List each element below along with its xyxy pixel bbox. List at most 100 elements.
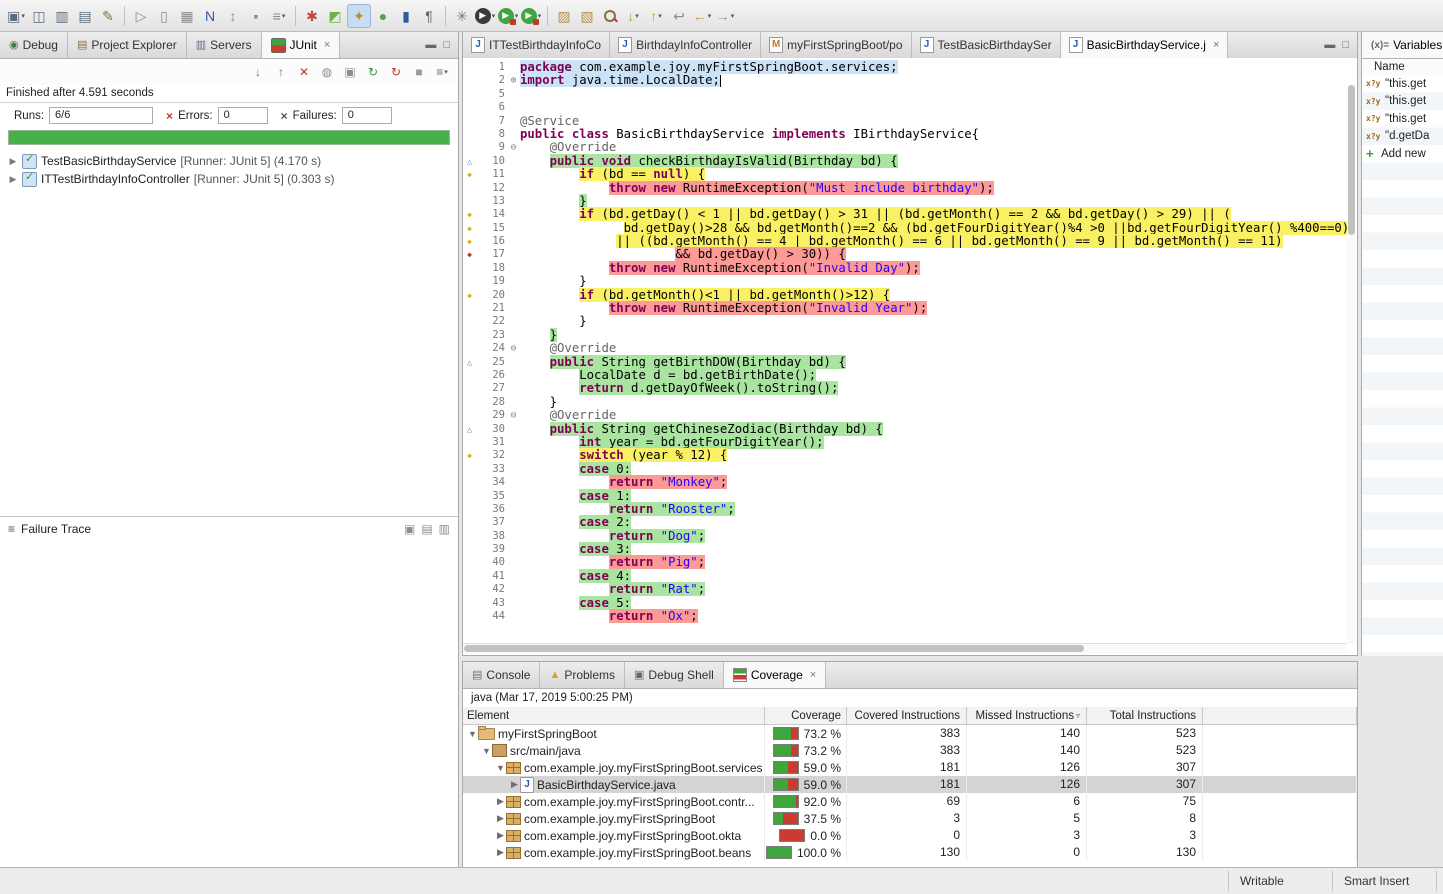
compare-result-icon[interactable]: ▤ [421, 522, 432, 536]
server-menu-icon[interactable]: ≡▾ [268, 5, 290, 27]
coverage-row[interactable]: ▶com.example.joy.myFirstSpringBoot.contr… [463, 793, 1357, 810]
vertical-scrollbar[interactable] [1347, 85, 1356, 643]
expression-row[interactable]: x?y"this.get [1362, 75, 1443, 93]
highlight-toggle-icon[interactable]: ✦ [347, 4, 371, 28]
fold-minus-icon[interactable]: ⊖ [507, 342, 520, 355]
expand-icon[interactable]: ▶ [509, 779, 520, 790]
next-annotation-icon[interactable]: ↓▾ [622, 5, 644, 27]
dropdown-arrow-icon[interactable]: ▾ [282, 12, 286, 20]
run-icon[interactable]: ▶▾ [497, 5, 519, 27]
last-edit-location-icon[interactable]: ↩ [668, 5, 690, 27]
help-book-icon[interactable]: ▮ [395, 5, 417, 27]
coverage-row[interactable]: ▼src/main/java73.2 %383140523 [463, 742, 1357, 759]
spring-tools-icon[interactable]: ✱ [301, 5, 323, 27]
test-tree-item[interactable]: ▶TestBasicBirthdayService[Runner: JUnit … [0, 152, 458, 170]
dropdown-arrow-icon[interactable]: ▾ [635, 12, 639, 20]
dropdown-arrow-icon[interactable]: ▾ [444, 68, 448, 76]
expand-icon[interactable]: ▶ [495, 847, 506, 858]
step-filters-icon[interactable]: ▯ [153, 5, 175, 27]
fold-minus-icon[interactable]: ⊖ [507, 141, 520, 154]
back-icon[interactable]: ←▾ [691, 5, 713, 27]
expand-icon[interactable]: ▶ [8, 156, 18, 167]
tab-debug-shell[interactable]: ▣Debug Shell [625, 662, 724, 688]
close-tab-icon[interactable]: × [1213, 39, 1219, 51]
tab-myfirstspringboot-po[interactable]: MmyFirstSpringBoot/po [761, 32, 911, 58]
expand-icon[interactable]: ▶ [495, 830, 506, 841]
column-header-coverage[interactable]: Coverage [765, 707, 847, 724]
maximize-icon[interactable]: □ [443, 39, 450, 51]
expression-row[interactable]: x?y"d.getDa [1362, 128, 1443, 146]
show-whitespace-icon[interactable]: ¶ [418, 5, 440, 27]
expression-row[interactable]: x?y"this.get [1362, 93, 1443, 111]
coverage-row[interactable]: ▶JBasicBirthdayService.java59.0 %1811263… [463, 776, 1357, 793]
tab-problems[interactable]: ▲Problems [540, 662, 625, 688]
dropdown-arrow-icon[interactable]: ▾ [731, 12, 735, 20]
add-expression-icon[interactable]: + [1366, 148, 1378, 160]
coverage-icon[interactable]: ▶▾ [520, 5, 542, 27]
new-server-icon[interactable]: N [199, 5, 221, 27]
copy-trace-icon[interactable]: ▥ [439, 522, 450, 536]
previous-failed-test-icon[interactable]: ↑ [271, 62, 291, 82]
stop-test-icon[interactable]: ■ [409, 62, 429, 82]
column-header-missed-instructions[interactable]: Missed Instructions▿ [967, 707, 1087, 724]
tab-servers[interactable]: ▥Servers [187, 32, 262, 58]
show-failures-only-icon[interactable]: ✕ [294, 62, 314, 82]
rerun-test-icon[interactable]: ↻ [363, 62, 383, 82]
dropdown-arrow-icon[interactable]: ▾ [492, 12, 496, 20]
maximize-icon[interactable]: □ [1342, 39, 1349, 51]
print-icon[interactable]: ▤ [74, 5, 96, 27]
import-folder-icon[interactable]: ▧ [576, 5, 598, 27]
minimize-icon[interactable]: ▬ [1324, 39, 1335, 51]
restart-icon[interactable]: ▦ [176, 5, 198, 27]
coverage-row[interactable]: ▶com.example.joy.myFirstSpringBoot37.5 %… [463, 810, 1357, 827]
horizontal-scrollbar[interactable] [463, 643, 1347, 654]
coverage-row[interactable]: ▼com.example.joy.myFirstSpringBoot.servi… [463, 759, 1357, 776]
collapse-icon[interactable]: ▼ [467, 729, 478, 739]
scroll-lock-icon[interactable]: ▣ [340, 62, 360, 82]
coverage-row[interactable]: ▶com.example.joy.myFirstSpringBoot.beans… [463, 844, 1357, 861]
scrollbar-thumb[interactable] [464, 645, 1084, 652]
debug-icon[interactable]: ▶▾ [474, 5, 496, 27]
rerun-failed-first-icon[interactable]: ↻ [386, 62, 406, 82]
dropdown-arrow-icon[interactable]: ▾ [21, 12, 25, 20]
filter-stack-trace-icon[interactable]: ▣ [404, 522, 415, 536]
expand-icon[interactable]: ▶ [8, 174, 18, 185]
collapse-icon[interactable]: ▼ [495, 763, 506, 773]
tab-coverage[interactable]: Coverage× [724, 662, 826, 688]
prev-annotation-icon[interactable]: ↑▾ [645, 5, 667, 27]
expand-icon[interactable]: ▶ [495, 796, 506, 807]
code-editor[interactable]: 1package com.example.joy.myFirstSpringBo… [463, 58, 1357, 655]
collapse-icon[interactable]: ▼ [481, 746, 492, 756]
tab-project-explorer[interactable]: ▤Project Explorer [68, 32, 187, 58]
dropdown-arrow-icon[interactable]: ▾ [708, 12, 712, 20]
tab-basicbirthdayservice-j[interactable]: JBasicBirthdayService.j× [1061, 32, 1229, 58]
run-garbage-collector-icon[interactable]: ● [372, 5, 394, 27]
open-task-icon[interactable]: ▨ [553, 5, 575, 27]
save-icon[interactable]: ◫ [28, 5, 50, 27]
scrollbar-thumb[interactable] [1348, 85, 1355, 235]
server-stop-icon[interactable]: ▪ [245, 5, 267, 27]
column-header-total-instructions[interactable]: Total Instructions [1087, 707, 1203, 724]
close-tab-icon[interactable]: × [810, 669, 816, 681]
minimize-icon[interactable]: ▬ [425, 39, 436, 51]
test-view-menu-icon[interactable]: ≡▾ [432, 62, 452, 82]
external-tools-icon[interactable]: ✳ [451, 5, 473, 27]
show-skipped-tests-icon[interactable]: ◍ [317, 62, 337, 82]
server-sync-icon[interactable]: ↕ [222, 5, 244, 27]
close-tab-icon[interactable]: × [324, 39, 330, 51]
forward-icon[interactable]: →▾ [714, 5, 736, 27]
test-tree-item[interactable]: ▶ITTestBirthdayInfoController[Runner: JU… [0, 170, 458, 188]
edit-tool-icon[interactable]: ✎ [97, 5, 119, 27]
tab-junit[interactable]: JUnit× [262, 32, 341, 58]
expand-icon[interactable]: ▶ [495, 813, 506, 824]
column-header-element[interactable]: Element [463, 707, 765, 724]
tab-ittestbirthdayinfoco[interactable]: JITTestBirthdayInfoCo [463, 32, 610, 58]
column-header-covered-instructions[interactable]: Covered Instructions [847, 707, 967, 724]
dropdown-arrow-icon[interactable]: ▾ [658, 12, 662, 20]
fold-plus-icon[interactable]: ⊕ [507, 74, 520, 87]
coverage-row[interactable]: ▼myFirstSpringBoot73.2 %383140523 [463, 725, 1357, 742]
boot-dashboard-icon[interactable]: ◩ [324, 5, 346, 27]
tab-console[interactable]: ▤Console [463, 662, 540, 688]
save-all-icon[interactable]: ▥ [51, 5, 73, 27]
expression-row[interactable]: x?y"this.get [1362, 110, 1443, 128]
